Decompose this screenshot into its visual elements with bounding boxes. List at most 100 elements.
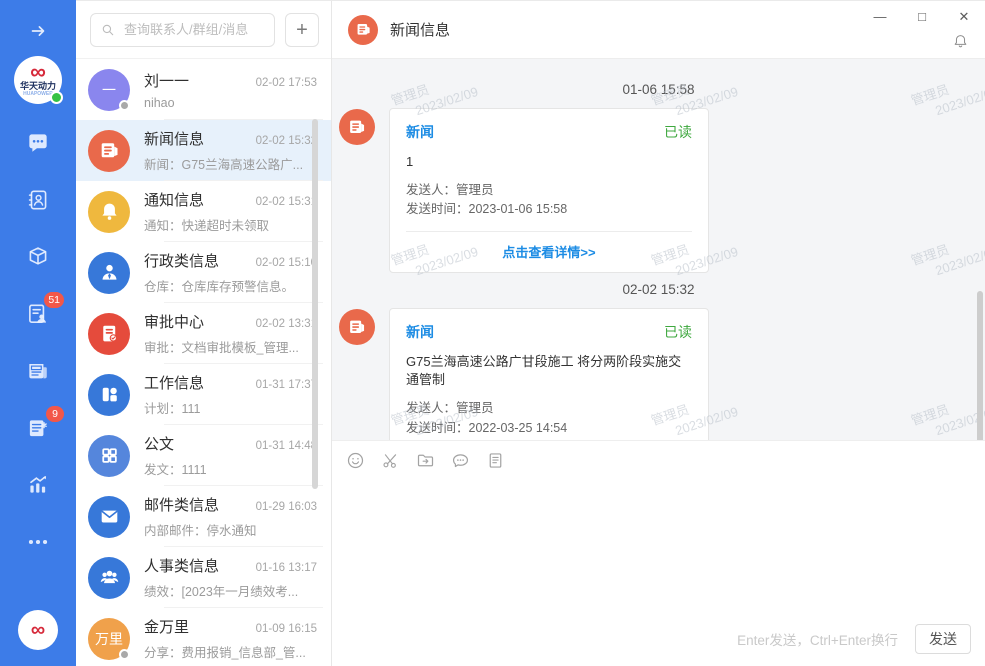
send-file-button[interactable] <box>415 450 436 471</box>
avatar <box>88 435 130 477</box>
message-sent-time: 发送时间：2022-03-25 14:54 <box>406 419 692 438</box>
conversation-time: 02-02 13:31 <box>256 318 317 330</box>
close-button[interactable]: ✕ <box>953 6 975 28</box>
folder-arrow-icon <box>415 450 436 471</box>
window-controls: — □ ✕ <box>869 6 975 28</box>
conversation-item[interactable]: 邮件类信息 01-29 16:03 内部邮件：停水通知 <box>76 486 331 547</box>
conversation-name: 审批中心 <box>144 311 204 332</box>
infinity-logo-icon: ∞ <box>30 63 46 81</box>
contacts-book-icon <box>25 187 51 213</box>
sidebar-item-more[interactable] <box>25 529 51 555</box>
conversation-body: 公文 01-31 14:48 发文：1111 <box>144 433 317 478</box>
chat-title: 新闻信息 <box>390 19 450 40</box>
search-row: + <box>76 1 331 59</box>
message-area: 01-06 15:58 新闻 已读 1 发送人：管理员 发送时间：2023-01 <box>332 59 985 440</box>
news-icon <box>97 138 122 163</box>
sidebar-nav: 51 9 <box>25 130 51 555</box>
conversation-item[interactable]: 人事类信息 01-16 13:17 绩效：[2023年一月绩效考... <box>76 547 331 608</box>
minimize-button[interactable]: — <box>869 6 891 28</box>
conversation-name: 人事类信息 <box>144 555 219 576</box>
app-window: ∞ 华天动力 HUAPOWER <box>0 0 985 666</box>
conversation-preview: 绩效：[2023年一月绩效考... <box>144 581 317 600</box>
conversation-time: 01-31 14:48 <box>256 440 317 452</box>
message-timestamp: 01-06 15:58 <box>332 82 985 97</box>
news-icon <box>354 20 373 39</box>
chat-history-button[interactable] <box>450 450 471 471</box>
message-sent-time: 发送时间：2023-01-06 15:58 <box>406 200 692 219</box>
conversation-item[interactable]: 通知信息 02-02 15:31 通知：快递超时未领取 <box>76 181 331 242</box>
conversation-item[interactable]: 新闻信息 02-02 15:32 新闻：G75兰海高速公路广... <box>76 120 331 181</box>
avatar <box>88 252 130 294</box>
composer: Enter发送，Ctrl+Enter换行 发送 <box>332 440 985 666</box>
infinity-logo-icon: ∞ <box>31 620 45 640</box>
sidebar-item-notes[interactable]: 9 <box>25 415 51 441</box>
read-status: 已读 <box>664 322 692 342</box>
collapse-arrow-button[interactable] <box>27 20 49 42</box>
send-hint: Enter发送，Ctrl+Enter换行 <box>737 629 898 649</box>
doc-check-icon <box>97 321 122 346</box>
news-icon <box>346 316 368 338</box>
notes-button[interactable] <box>485 450 506 471</box>
grid-icon <box>97 443 122 468</box>
conversation-time: 02-02 17:53 <box>256 77 317 89</box>
message-group: 01-06 15:58 新闻 已读 1 发送人：管理员 发送时间：2023-01 <box>332 82 985 273</box>
people-icon <box>97 565 122 590</box>
conversation-item[interactable]: 行政类信息 02-02 15:10 仓库：仓库库存预警信息。 <box>76 242 331 303</box>
conversation-item[interactable]: 工作信息 01-31 17:37 计划：111 <box>76 364 331 425</box>
sidebar-item-apps[interactable] <box>25 244 51 270</box>
message-tag: 新闻 <box>406 122 434 142</box>
dashboard-icon <box>97 382 122 407</box>
message-input[interactable] <box>332 473 985 624</box>
conversation-item[interactable]: 万里 金万里 01-09 16:15 分享：费用报销_信息部_管... <box>76 608 331 666</box>
sidebar-item-reports[interactable] <box>25 472 51 498</box>
search-icon <box>100 22 116 38</box>
chat-main: — □ ✕ 新闻信息 01-06 15:58 <box>332 0 985 666</box>
send-button[interactable]: 发送 <box>915 624 971 654</box>
emoji-button[interactable] <box>345 450 366 471</box>
list-scrollbar[interactable] <box>312 119 318 489</box>
logo-subtext: HUAPOWER <box>23 91 53 97</box>
conversation-preview: 仓库：仓库库存预警信息。 <box>144 276 317 295</box>
notification-bell-button[interactable] <box>951 32 970 56</box>
search-box[interactable] <box>90 13 275 47</box>
conversation-time: 01-16 13:17 <box>256 562 317 574</box>
document-icon <box>485 450 506 471</box>
conversation-name: 通知信息 <box>144 189 204 210</box>
message-tag: 新闻 <box>406 322 434 342</box>
notes-badge: 9 <box>46 406 64 422</box>
message-card: 新闻 已读 1 发送人：管理员 发送时间：2023-01-06 15:58 点击… <box>389 108 709 273</box>
conversation-item[interactable]: 公文 01-31 14:48 发文：1111 <box>76 425 331 486</box>
chat-dots-icon <box>450 450 471 471</box>
conversation-item[interactable]: 审批中心 02-02 13:31 审批：文档审批模板_管理... <box>76 303 331 364</box>
sidebar-item-tasks[interactable]: 51 <box>25 301 51 327</box>
conversation-name: 新闻信息 <box>144 128 204 149</box>
conversation-time: 02-02 15:31 <box>256 196 317 208</box>
send-row: Enter发送，Ctrl+Enter换行 发送 <box>332 624 985 666</box>
conversation-name: 行政类信息 <box>144 250 219 271</box>
view-details-link[interactable]: 点击查看详情>> <box>406 232 692 263</box>
search-input[interactable] <box>122 21 265 38</box>
newspaper-icon <box>25 358 51 384</box>
conversation-preview: 发文：1111 <box>144 459 317 478</box>
conversation-panel: + 一 刘一一 02-02 17:53 nihao <box>76 0 332 666</box>
messages-scrollbar[interactable] <box>977 291 983 440</box>
maximize-button[interactable]: □ <box>911 6 933 28</box>
conversation-time: 01-09 16:15 <box>256 623 317 635</box>
conversation-list: 一 刘一一 02-02 17:53 nihao <box>76 59 331 666</box>
conversation-preview: 内部邮件：停水通知 <box>144 520 317 539</box>
logo-text: 华天动力 <box>20 81 56 91</box>
conversation-preview: 审批：文档审批模板_管理... <box>144 337 317 356</box>
conversation-item[interactable]: 一 刘一一 02-02 17:53 nihao <box>76 59 331 120</box>
bell-icon <box>951 32 970 51</box>
conversation-body: 刘一一 02-02 17:53 nihao <box>144 70 317 110</box>
screenshot-button[interactable] <box>380 450 401 471</box>
avatar: 一 <box>88 69 130 111</box>
sender-avatar <box>339 309 375 345</box>
conversation-body: 金万里 01-09 16:15 分享：费用报销_信息部_管... <box>144 616 317 661</box>
add-button[interactable]: + <box>285 13 319 47</box>
sidebar-item-news[interactable] <box>25 358 51 384</box>
online-status-dot <box>50 91 63 104</box>
person-tie-icon <box>97 260 122 285</box>
sidebar-item-messages[interactable] <box>25 130 51 156</box>
sidebar-item-contacts[interactable] <box>25 187 51 213</box>
